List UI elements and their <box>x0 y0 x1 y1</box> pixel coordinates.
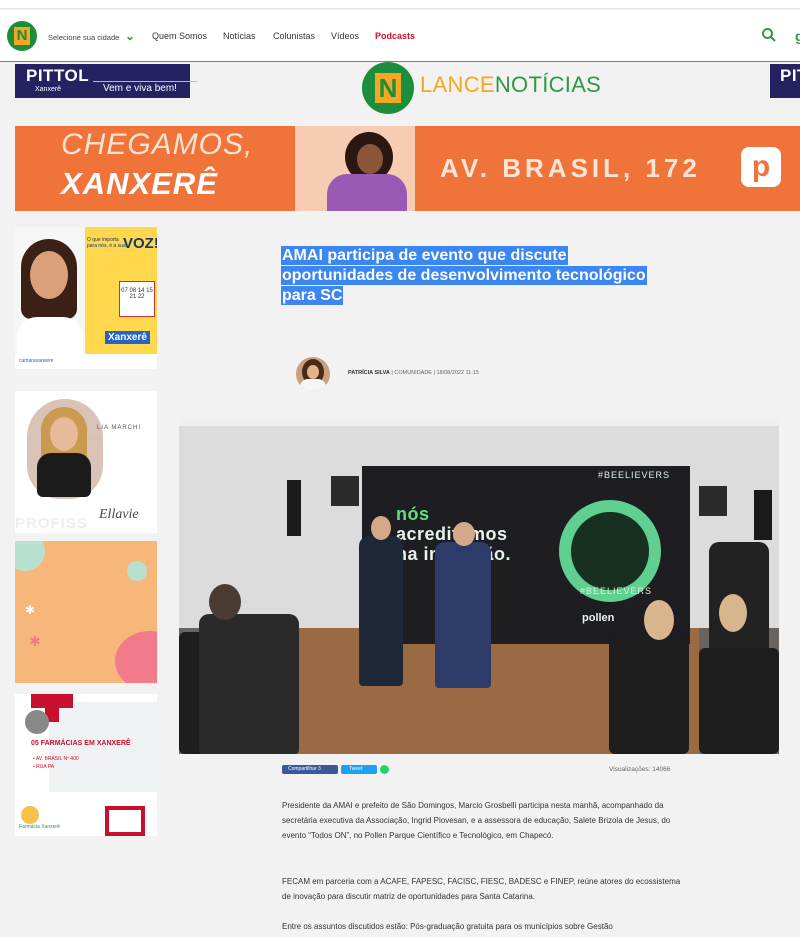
camara-ad-face <box>30 251 68 299</box>
speaker-head-1 <box>371 516 391 540</box>
partial-icon[interactable]: g <box>795 28 800 44</box>
stage-light <box>331 476 359 506</box>
article-paragraph: Entre os assuntos discutidos estão: Pós-… <box>282 922 613 931</box>
view-count: Visualizações: 14066 <box>609 766 671 773</box>
farmacia-ad-line1: • AV. BRASIL Nº 400 <box>33 756 79 762</box>
decorative-ad[interactable]: ✱ ✱ <box>15 541 157 683</box>
badge-text-top: #BEELIEVERS <box>598 470 671 480</box>
pittol-brand: PITTOL <box>26 66 90 85</box>
ad-shape <box>115 631 157 683</box>
ellavie-ad-bottom: PROFISS <box>15 515 88 532</box>
pittol-town: Xanxerê <box>35 86 62 93</box>
article-category[interactable]: COMUNIDADE <box>394 370 432 376</box>
badge-text-bottom: #BEELIEVERS <box>580 586 653 596</box>
bird-icon <box>127 561 147 581</box>
farmacia-ad[interactable]: 05 FARMÁCIAS EM XANXERÊ • AV. BRASIL Nº … <box>15 694 157 836</box>
banner-line2: XANXERÊ <box>61 166 218 201</box>
chegamos-banner-ad[interactable]: CHEGAMOS, XANXERÊ AV. BRASIL, 172 p <box>15 126 800 211</box>
pittol-brand-right: PITT <box>780 66 800 85</box>
banner-person-face <box>357 144 383 174</box>
author-name[interactable]: PATRÍCIA SILVA <box>348 370 390 376</box>
twitter-share-button[interactable]: Tweet <box>341 765 377 774</box>
nav-noticias[interactable]: Notícias <box>223 31 256 41</box>
ellavie-ad-name: LIA MARCHI <box>97 425 142 431</box>
ellavie-ad-face <box>50 417 78 451</box>
city-selector[interactable]: Selecione sua cidade <box>48 33 119 42</box>
audience-head <box>719 594 747 632</box>
camara-ad-voz: VOZ! <box>123 235 157 252</box>
camara-ad[interactable]: O que importa para nós, é a sua VOZ! 07 … <box>15 227 157 369</box>
star-icon: ✱ <box>25 603 36 617</box>
screen-line1: nós <box>396 504 430 524</box>
audience-chair <box>699 648 779 754</box>
banner-address: AV. BRASIL, 172 <box>440 153 701 183</box>
calendar-icon: 07 08 14 15 21 22 <box>119 281 155 317</box>
article-meta: PATRÍCIA SILVA | COMUNIDADE | 18/08/2022… <box>348 370 479 376</box>
article-title-text: AMAI participa de evento que discute opo… <box>282 247 646 304</box>
banner-logo-icon: p <box>741 147 781 187</box>
pollen-brand: pollen <box>582 612 615 624</box>
browser-top-strip <box>0 0 800 9</box>
banner-person-body <box>327 174 407 211</box>
author-avatar[interactable] <box>296 357 330 391</box>
speaker-person-1 <box>359 536 403 686</box>
audience-chair <box>609 638 689 754</box>
nav-quem-somos[interactable]: Quem Somos <box>152 31 207 41</box>
farmacia-ad-circle <box>25 710 49 734</box>
nav-videos[interactable]: Vídeos <box>331 31 359 41</box>
lance-noticias-logo-icon[interactable]: N <box>362 62 414 114</box>
ellavie-ad[interactable]: LIA MARCHI …… Ellavie PROFISS <box>15 391 157 533</box>
site-title-part1: LANCE <box>420 72 495 97</box>
site-logo-icon[interactable]: N <box>7 21 37 51</box>
speaker-person-2 <box>435 542 491 688</box>
cross-outline-icon <box>105 806 145 836</box>
nav-colunistas[interactable]: Colunistas <box>273 31 315 41</box>
ellavie-ad-text: …… <box>91 435 99 440</box>
pittol-divider <box>93 81 197 82</box>
ellavie-ad-dress <box>37 453 91 497</box>
article-paragraph: FECAM em parceria com a ACAFE, FAPESC, F… <box>282 877 681 901</box>
facebook-share-button[interactable]: Compartilhar 3 <box>282 765 338 774</box>
audience-head <box>644 600 674 640</box>
article-paragraph: Presidente da AMAI e prefeito de São Dom… <box>282 801 671 840</box>
camara-ad-footer: camaraxanxere <box>15 354 157 369</box>
search-icon[interactable] <box>761 27 777 43</box>
audience-head <box>209 584 241 620</box>
camara-ad-question: O que importa para nós, é a sua <box>87 237 126 249</box>
ad-circle <box>15 541 45 571</box>
farmacia-ad-headline: 05 FARMÁCIAS EM XANXERÊ <box>31 740 131 747</box>
article-photo: nós acreditamos na inovação. #BEELIEVERS… <box>179 418 779 754</box>
site-title-part2: NOTÍCIAS <box>494 72 602 97</box>
event-screen: nós acreditamos na inovação. #BEELIEVERS… <box>362 466 690 644</box>
camara-ad-city: Xanxerê <box>105 331 150 344</box>
farmacia-ad-brand: Farmácia Xanxerê <box>19 824 60 830</box>
speaker-left <box>287 480 301 536</box>
pittol-ad-left[interactable]: PITTOL Xanxerê Vem e viva bem! <box>15 64 197 98</box>
pittol-slogan: Vem e viva bem! <box>103 83 177 94</box>
chevron-down-icon[interactable]: ⌄ <box>125 29 135 43</box>
speaker-right <box>754 490 772 540</box>
whatsapp-icon[interactable] <box>380 765 389 774</box>
farmacia-logo-icon <box>21 806 39 824</box>
farmacia-ad-photo <box>49 702 157 792</box>
pittol-ad-right[interactable]: PITT <box>770 64 800 98</box>
top-navigation: N Selecione sua cidade ⌄ Quem Somos Notí… <box>0 10 800 62</box>
banner-line1: CHEGAMOS, <box>61 128 254 161</box>
audience-person <box>199 614 299 754</box>
ellavie-ad-signature: Ellavie <box>99 507 139 522</box>
site-title[interactable]: LANCENOTÍCIAS <box>420 72 601 98</box>
stage-light <box>699 486 727 516</box>
nav-podcasts[interactable]: Podcasts <box>375 31 415 41</box>
article-date: 18/08/2022 11:15 <box>436 370 479 376</box>
star-icon: ✱ <box>29 633 41 649</box>
farmacia-ad-line2: • RUA PA <box>33 764 55 770</box>
article-title: AMAI participa de evento que discute opo… <box>282 246 682 306</box>
speaker-head-2 <box>453 522 475 546</box>
